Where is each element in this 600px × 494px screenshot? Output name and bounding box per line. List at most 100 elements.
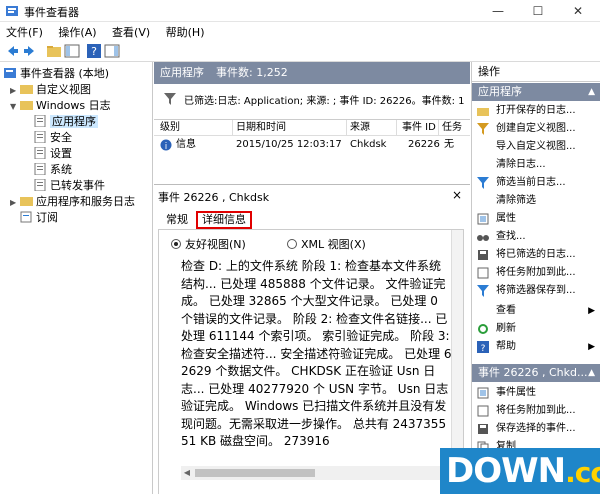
tree-item-forwarded-events[interactable]: 已转发事件 <box>34 178 105 194</box>
radio-friendly-view[interactable]: 友好视图(N) <box>171 236 246 252</box>
log-icon <box>34 179 46 191</box>
radio-dot-selected <box>171 239 181 249</box>
site-watermark-logo: DOWN.cc <box>440 448 600 494</box>
subscription-icon <box>20 211 32 223</box>
actions-title: 操作 <box>472 62 600 82</box>
radio-xml-view[interactable]: XML 视图(X) <box>287 236 366 252</box>
show-tree-icon[interactable] <box>64 43 80 59</box>
action-save-selected-events[interactable]: 保存选择的事件... <box>472 420 600 438</box>
menu-help[interactable]: 帮助(H) <box>160 22 211 40</box>
close-button[interactable]: ✕ <box>558 0 598 22</box>
log-pane: 应用程序 事件数: 1,252 已筛选:日志: Application; 来源: … <box>154 62 470 494</box>
menu-file[interactable]: 文件(F) <box>0 22 49 40</box>
tree-item-setup[interactable]: 设置 <box>34 146 72 162</box>
event-viewer-icon <box>4 68 16 78</box>
action-find[interactable]: 查找... <box>472 228 600 246</box>
collapse-caret-icon: ▲ <box>588 87 595 97</box>
log-header: 应用程序 事件数: 1,252 <box>154 62 470 84</box>
filter-save-icon <box>477 285 489 297</box>
folder-icon <box>20 101 33 110</box>
action-open-saved-log[interactable]: 打开保存的日志... <box>472 102 600 120</box>
task-icon <box>477 405 489 417</box>
maximize-button[interactable]: ☐ <box>518 0 558 22</box>
expand-icon[interactable]: ▶ <box>10 198 16 207</box>
action-event-properties[interactable]: 事件属性 <box>472 384 600 402</box>
filter-bar: 已筛选:日志: Application; 来源: ; 事件 ID: 26226。… <box>154 84 470 120</box>
action-import-custom-view[interactable]: 导入自定义视图... <box>472 138 600 156</box>
submenu-arrow-icon: ▶ <box>588 342 595 352</box>
help-icon[interactable]: ? <box>86 43 102 59</box>
tab-general[interactable]: 常规 <box>162 211 192 229</box>
forward-arrow-icon[interactable] <box>22 43 38 59</box>
menu-action[interactable]: 操作(A) <box>52 22 102 40</box>
action-help[interactable]: ? 帮助 ▶ <box>472 338 600 356</box>
folder-icon <box>20 85 33 94</box>
task-icon <box>477 267 489 279</box>
menu-view[interactable]: 查看(V) <box>106 22 156 40</box>
collapse-icon[interactable]: ▼ <box>10 102 16 111</box>
tree-item-windows-logs[interactable]: Windows 日志 <box>20 98 111 114</box>
properties-icon <box>477 213 489 225</box>
tree-item-custom-views[interactable]: 自定义视图 <box>20 82 91 98</box>
show-action-pane-icon[interactable] <box>104 43 120 59</box>
expand-icon[interactable]: ▶ <box>10 86 16 95</box>
svg-text:?: ? <box>481 344 486 353</box>
action-filter-current-log[interactable]: 筛选当前日志... <box>472 174 600 192</box>
column-datetime[interactable]: 日期和时间 <box>236 120 286 136</box>
filter-icon <box>477 177 489 189</box>
binoculars-icon <box>477 235 489 241</box>
event-viewer-icon <box>6 6 18 16</box>
action-refresh[interactable]: 刷新 <box>472 320 600 338</box>
action-clear-log[interactable]: 清除日志... <box>472 156 600 174</box>
event-count: 事件数: 1,252 <box>216 66 288 79</box>
horizontal-scrollbar[interactable]: ◀ <box>181 466 453 480</box>
help-icon: ? <box>477 341 489 353</box>
toolbar: ? <box>0 41 600 62</box>
tree-item-system[interactable]: 系统 <box>34 162 72 178</box>
log-icon <box>34 115 46 127</box>
back-arrow-icon[interactable] <box>4 43 20 59</box>
actions-pane: 操作 应用程序 ▲ 打开保存的日志... 创建自定义视图... 导入自定义视图..… <box>471 62 600 494</box>
action-attach-task[interactable]: 将任务附加到此... <box>472 264 600 282</box>
radio-dot <box>287 239 297 249</box>
event-grid-header: 级别 日期和时间 来源 事件 ID 任务 <box>154 120 470 136</box>
filter-text: 已筛选:日志: Application; 来源: ; 事件 ID: 26226。… <box>184 96 465 107</box>
table-row[interactable]: i 信息 2015/10/25 12:03:17 Chkdsk 26226 无 <box>154 137 470 154</box>
column-level[interactable]: 级别 <box>160 120 180 136</box>
action-save-filtered-log[interactable]: 将已筛选的日志... <box>472 246 600 264</box>
scroll-thumb[interactable] <box>195 469 315 477</box>
tree-item-security[interactable]: 安全 <box>34 130 72 146</box>
close-detail-button[interactable]: × <box>452 188 462 202</box>
action-save-filter[interactable]: 将筛选器保存到... <box>472 282 600 300</box>
action-view[interactable]: 查看 ▶ <box>472 302 600 320</box>
tab-details[interactable]: 详细信息 <box>196 211 252 229</box>
up-folder-icon[interactable] <box>46 43 62 59</box>
scroll-left-icon[interactable]: ◀ <box>181 466 193 480</box>
action-properties[interactable]: 属性 <box>472 210 600 228</box>
action-clear-filter[interactable]: 清除筛选 <box>472 192 600 210</box>
actions-group-event[interactable]: 事件 26226 , Chkd... ▲ <box>472 364 600 382</box>
action-create-custom-view[interactable]: 创建自定义视图... <box>472 120 600 138</box>
menu-bar: 文件(F) 操作(A) 查看(V) 帮助(H) <box>0 22 600 41</box>
title-bar: 事件查看器 — ☐ ✕ <box>0 0 600 22</box>
event-detail-text[interactable]: 检查 D: 上的文件系统 阶段 1: 检查基本文件系统结构... 已处理 485… <box>181 258 453 464</box>
details-panel: 友好视图(N) XML 视图(X) 检查 D: 上的文件系统 阶段 1: 检查基… <box>158 229 464 494</box>
column-task[interactable]: 任务 <box>442 120 462 136</box>
actions-group-application[interactable]: 应用程序 ▲ <box>472 83 600 101</box>
tree-item-subscriptions[interactable]: 订阅 <box>20 210 58 226</box>
cell-event-id: 26226 <box>408 139 440 150</box>
tree-item-application[interactable]: 应用程序 <box>34 114 98 130</box>
cell-datetime: 2015/10/25 12:03:17 <box>236 139 342 150</box>
filter-icon <box>164 93 176 105</box>
cell-task: 无 <box>444 139 454 150</box>
tree-item-event-viewer-local[interactable]: 事件查看器 (本地) <box>4 66 109 82</box>
column-event-id[interactable]: 事件 ID <box>402 120 436 136</box>
event-detail-pane: 事件 26226 , Chkdsk × 常规 详细信息 友好视图(N) XML … <box>154 184 470 494</box>
log-icon <box>34 131 46 143</box>
column-source[interactable]: 来源 <box>350 120 370 136</box>
tree-item-app-service-logs[interactable]: 应用程序和服务日志 <box>20 194 135 210</box>
detail-title: 事件 26226 , Chkdsk <box>158 191 270 204</box>
action-attach-task-event[interactable]: 将任务附加到此... <box>472 402 600 420</box>
cell-source: Chkdsk <box>350 139 387 150</box>
minimize-button[interactable]: — <box>478 0 518 22</box>
